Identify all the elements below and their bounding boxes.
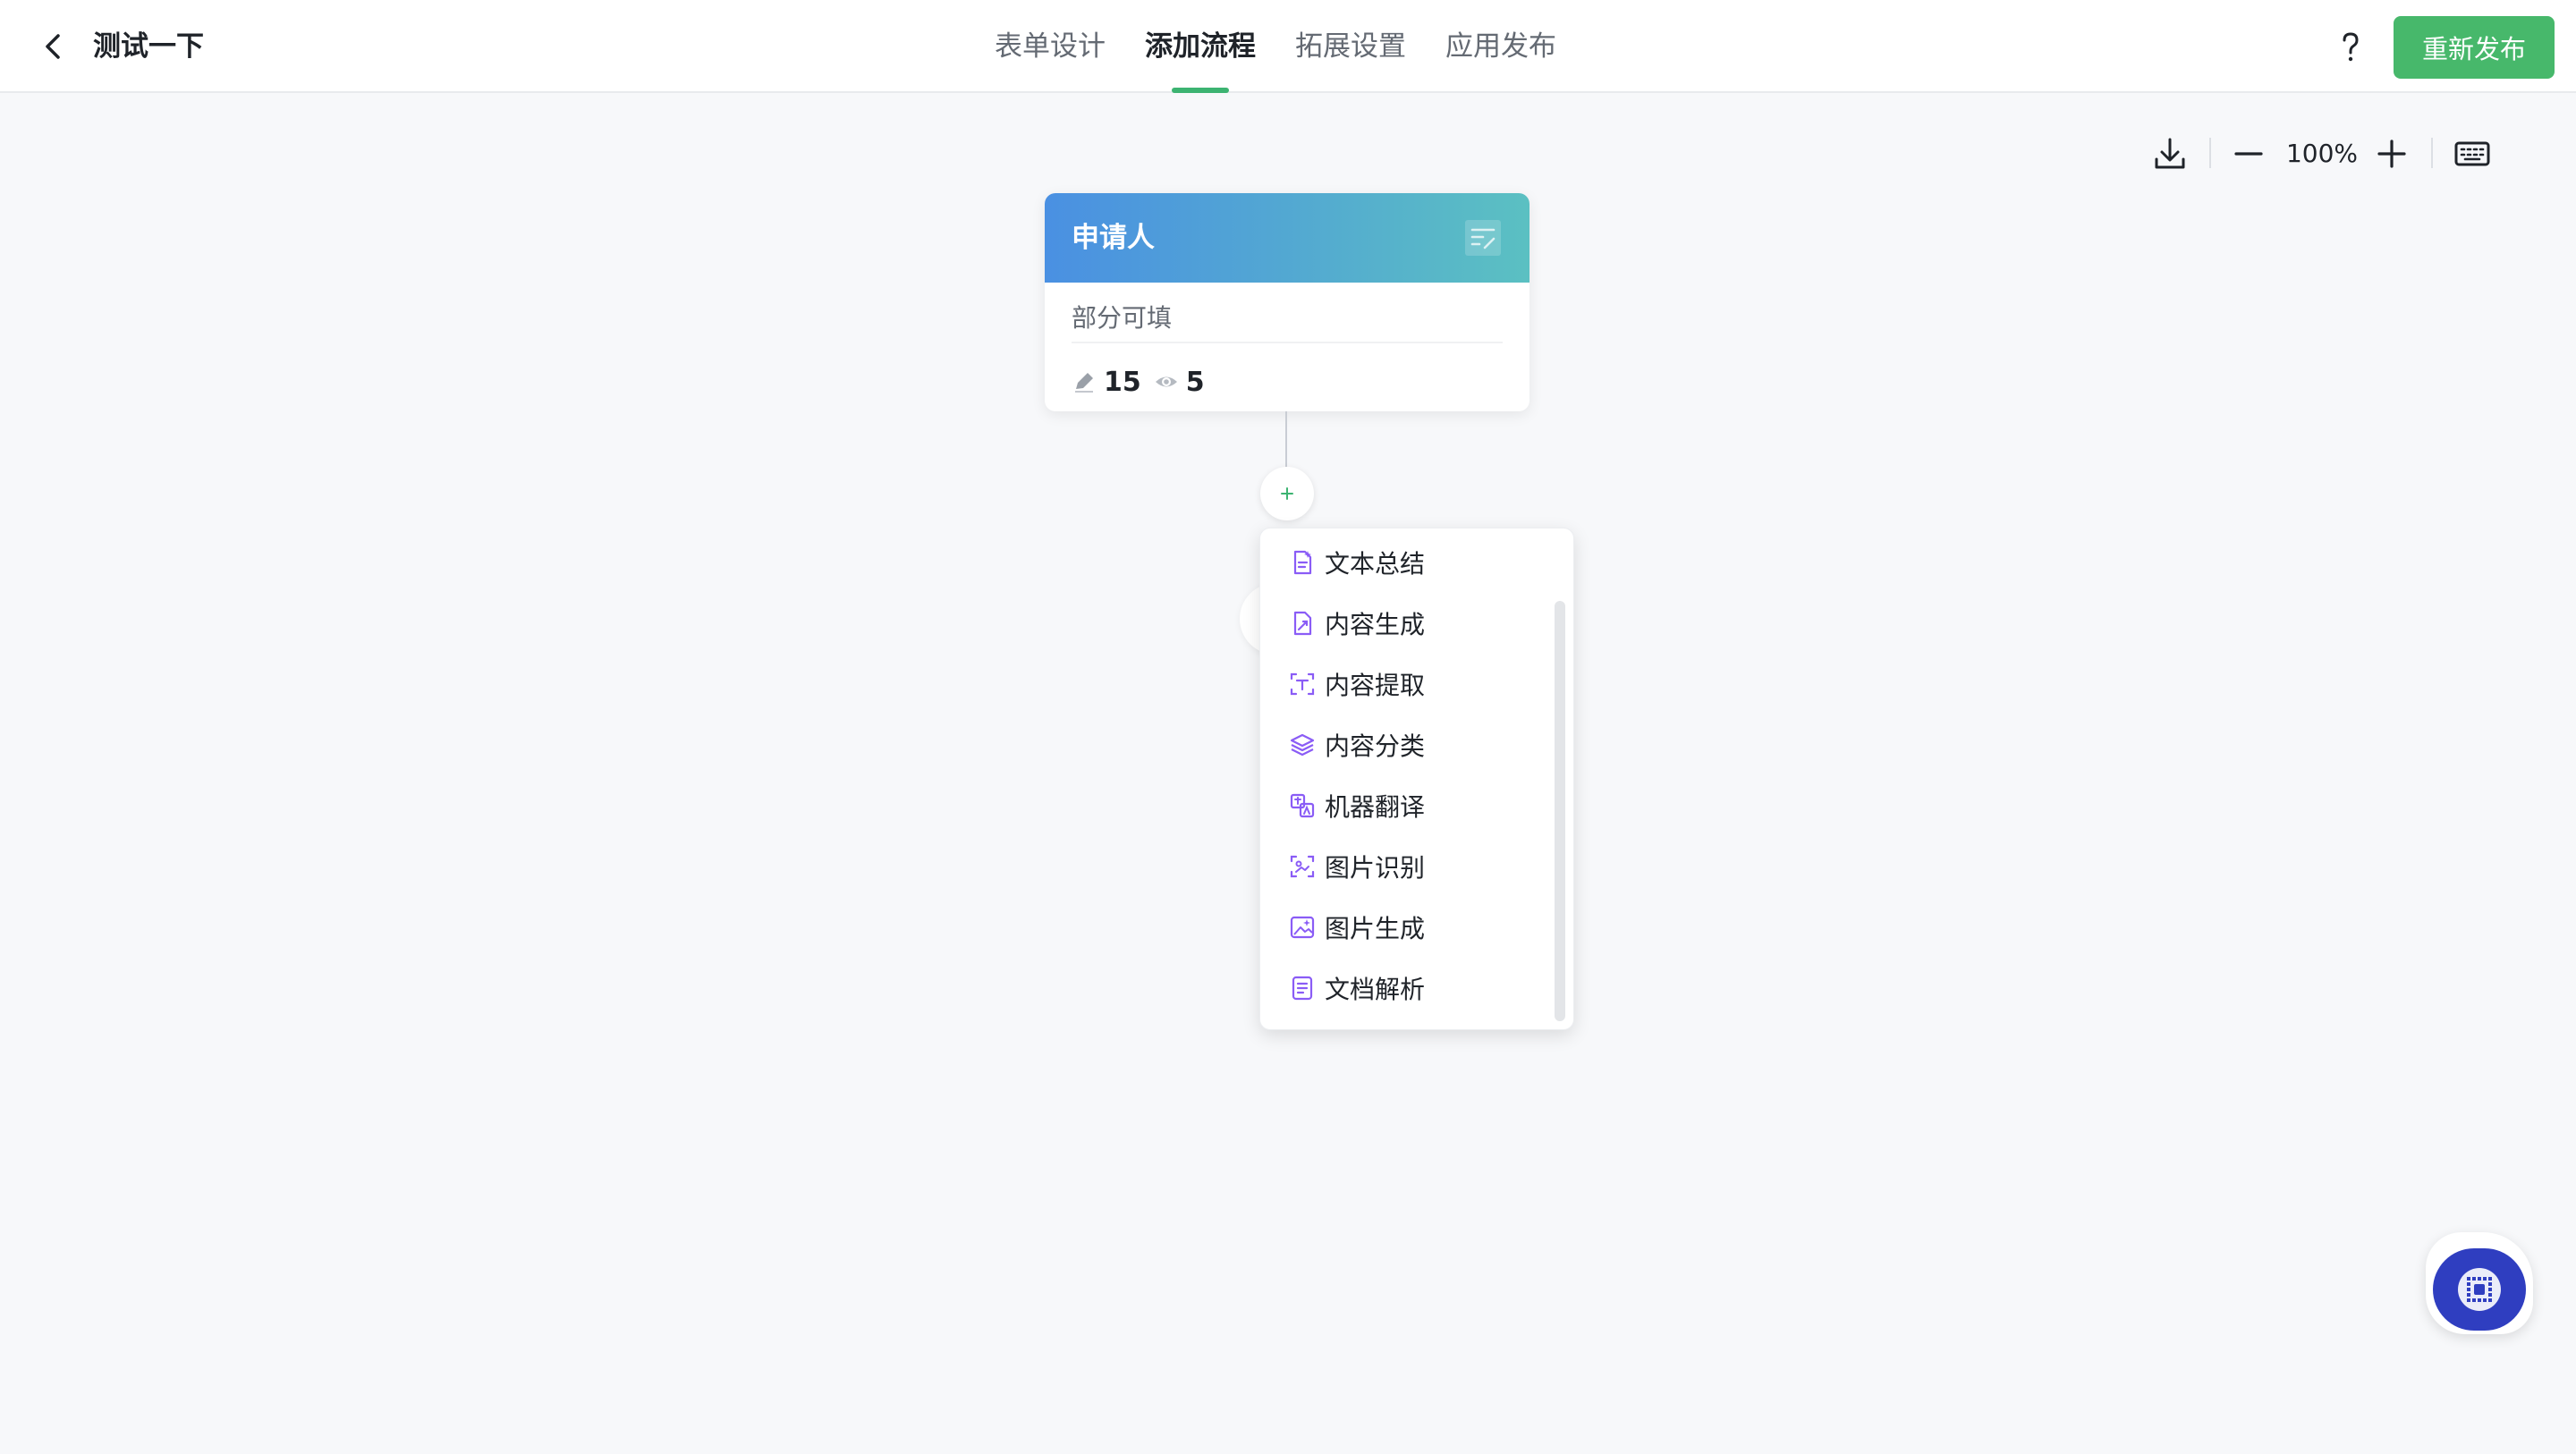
menu-item-label: 内容生成 [1325,610,1426,639]
menu-item-label: 图片识别 [1325,853,1426,883]
document-parse-icon [1289,975,1316,1002]
menu-item-label: 文档解析 [1325,975,1426,1004]
tab-form-design[interactable]: 表单设计 [995,0,1106,93]
node-divider [1072,342,1503,343]
toolbar-divider [2209,138,2211,168]
menu-item-label: 内容分类 [1325,731,1426,761]
node-type-menu: 文本总结 内容生成 内容提取 内容分类 机器翻译 图片识别 图片生成 文档解析 [1259,528,1574,1030]
content-extract-icon [1289,671,1316,697]
plus-icon [2377,139,2406,168]
menu-item-label: 图片生成 [1325,914,1426,943]
node-subtitle: 部分可填 [1072,303,1173,333]
tab-app-publish[interactable]: 应用发布 [1445,0,1556,93]
republish-button[interactable]: 重新发布 [2394,16,2555,79]
menu-item-image-generate[interactable]: 图片生成 [1260,897,1555,958]
pencil-icon [1075,373,1093,393]
question-mark-icon [2343,32,2359,62]
node-title: 申请人 [1072,222,1155,254]
zoom-in-button[interactable] [2367,129,2417,179]
download-icon [2155,138,2185,169]
menu-item-label: 机器翻译 [1325,792,1426,822]
layers-icon [1289,731,1316,758]
zoom-out-button[interactable] [2224,129,2274,179]
ai-assistant-button[interactable] [2433,1248,2526,1331]
menu-scrollbar[interactable] [1555,601,1565,1021]
plus-icon [1281,487,1293,500]
help-button[interactable] [2329,25,2372,68]
menu-item-content-classify[interactable]: 内容分类 [1260,714,1555,775]
menu-item-label: 文本总结 [1325,549,1426,579]
form-edit-icon [1463,218,1503,258]
menu-item-content-generate[interactable]: 内容生成 [1260,593,1555,654]
image-generate-icon [1289,914,1316,941]
ai-assistant-icon [2458,1268,2501,1311]
app-title: 测试一下 [93,30,204,63]
keyboard-shortcuts-button[interactable] [2447,129,2497,179]
applicant-node-card[interactable]: 申请人 部分可填 15 5 [1045,193,1530,411]
text-summary-icon [1289,549,1316,576]
add-node-button[interactable] [1260,467,1314,520]
top-header: 测试一下 表单设计 添加流程 拓展设置 应用发布 重新发布 [0,0,2576,93]
menu-item-content-extract[interactable]: 内容提取 [1260,654,1555,714]
toolbar-divider [2431,138,2433,168]
menu-item-label: 内容提取 [1325,671,1426,700]
content-generate-icon [1289,610,1316,637]
eye-icon [1155,376,1177,387]
minus-icon [2234,152,2263,156]
tab-bar: 表单设计 添加流程 拓展设置 应用发布 [995,0,1556,93]
zoom-level: 100% [2285,139,2359,168]
translate-icon [1289,792,1316,819]
chevron-left-icon [46,34,60,59]
tab-add-process[interactable]: 添加流程 [1145,0,1256,93]
tab-extension-settings[interactable]: 拓展设置 [1295,0,1406,93]
menu-item-image-recognition[interactable]: 图片识别 [1260,836,1555,897]
menu-item-text-summary[interactable]: 文本总结 [1260,532,1555,593]
node-stats: 15 5 [1072,359,1205,404]
editable-field-count: 15 [1104,366,1141,398]
visible-field-count: 5 [1185,366,1205,398]
menu-item-machine-translate[interactable]: 机器翻译 [1260,775,1555,836]
keyboard-icon [2454,141,2490,166]
back-button[interactable] [32,25,75,68]
node-header: 申请人 [1045,193,1530,283]
image-recognition-icon [1289,853,1316,880]
menu-item-document-parse[interactable]: 文档解析 [1260,958,1555,1019]
download-button[interactable] [2145,129,2195,179]
